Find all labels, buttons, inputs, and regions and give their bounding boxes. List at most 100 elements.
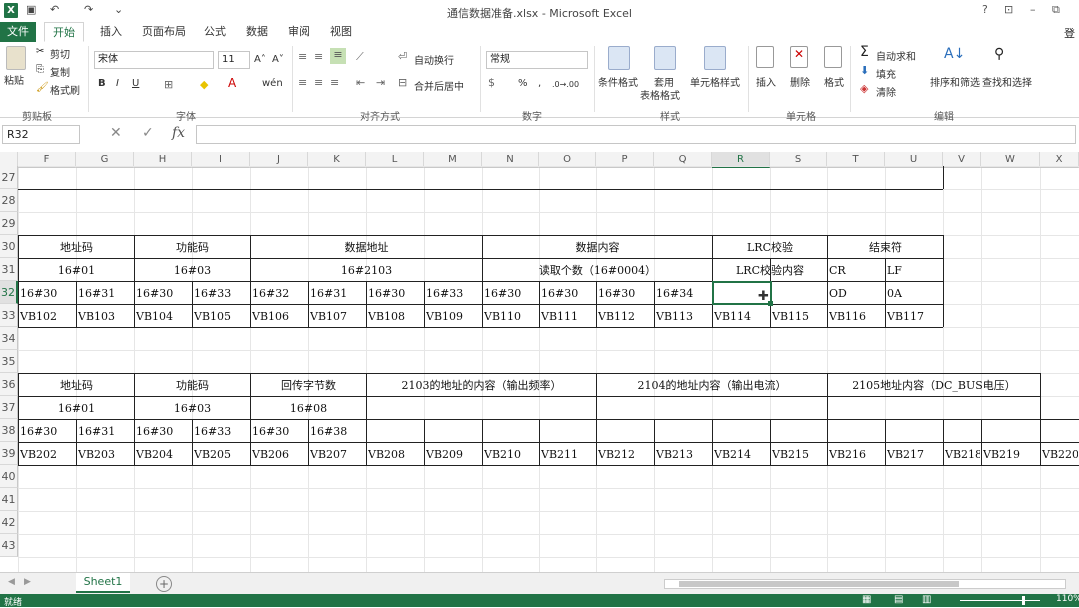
format-painter-icon[interactable]: 🖌 <box>36 82 49 93</box>
normal-view-icon[interactable]: ▦ <box>862 594 871 605</box>
clear-button[interactable]: 清除 <box>876 84 896 99</box>
italic-button[interactable]: I <box>116 78 119 89</box>
horizontal-scrollbar[interactable] <box>664 579 1066 589</box>
row-header-42[interactable]: 42 <box>0 511 18 534</box>
paste-icon[interactable] <box>6 46 26 70</box>
percent-button[interactable]: % <box>518 78 528 89</box>
delete-cells-button[interactable]: 删除 <box>790 74 810 89</box>
format-cells-button[interactable]: 格式 <box>824 74 844 89</box>
cell-styles-icon[interactable] <box>704 46 726 70</box>
wrap-text-button[interactable]: 自动换行 <box>414 52 454 67</box>
scrollbar-thumb[interactable] <box>679 581 959 587</box>
zoom-slider-thumb[interactable] <box>1022 596 1025 605</box>
row-header-37[interactable]: 37 <box>0 396 18 419</box>
tab-home[interactable]: 开始 <box>44 22 84 42</box>
underline-button[interactable]: U <box>132 78 139 89</box>
paste-button[interactable]: 粘贴 <box>4 72 24 87</box>
row-header-32[interactable]: 32 <box>0 281 18 304</box>
row-header-35[interactable]: 35 <box>0 350 18 373</box>
orientation-icon[interactable]: ⟋ <box>356 50 364 64</box>
row-header-28[interactable]: 28 <box>0 189 18 212</box>
shrink-font-button[interactable]: A˅ <box>272 54 284 65</box>
increase-decimal-button[interactable]: .0→.00 <box>552 80 579 89</box>
row-header-36[interactable]: 36 <box>0 373 18 396</box>
merge-center-button[interactable]: 合并后居中 <box>414 78 464 93</box>
tab-view[interactable]: 视图 <box>322 22 360 42</box>
conditional-format-button[interactable]: 条件格式 <box>598 74 638 89</box>
align-top-icon[interactable]: ≡ <box>298 50 307 63</box>
align-center-icon[interactable]: ≡ <box>314 76 323 89</box>
wrap-text-icon[interactable]: ⏎ <box>398 50 407 63</box>
align-bottom-icon[interactable]: ≡ <box>330 48 346 64</box>
zoom-level[interactable]: 110% <box>1056 594 1079 604</box>
autosum-icon[interactable]: Σ <box>860 44 869 60</box>
autosum-button[interactable]: 自动求和 <box>876 48 916 63</box>
row-header-38[interactable]: 38 <box>0 419 18 442</box>
bold-button[interactable]: B <box>98 78 106 89</box>
cut-button[interactable]: 剪切 <box>50 46 70 61</box>
insert-function-button[interactable]: fx <box>172 125 185 141</box>
row-header-34[interactable]: 34 <box>0 327 18 350</box>
tab-data[interactable]: 数据 <box>238 22 276 42</box>
cut-icon[interactable]: ✂ <box>36 46 44 57</box>
clear-icon[interactable]: ◈ <box>860 82 868 95</box>
delete-cells-icon[interactable]: ✕ <box>790 46 808 68</box>
tab-page-layout[interactable]: 页面布局 <box>134 22 194 42</box>
name-box[interactable]: R32 <box>2 125 80 144</box>
row-header-39[interactable]: 39 <box>0 442 18 465</box>
cancel-icon[interactable]: ✕ <box>110 125 122 141</box>
merge-icon[interactable]: ⊟ <box>398 76 407 89</box>
ribbon-display-button[interactable]: ⊡ <box>1004 3 1013 16</box>
font-color-icon[interactable]: A <box>228 76 236 90</box>
fill-button[interactable]: 填充 <box>876 66 896 81</box>
conditional-format-icon[interactable] <box>608 46 630 70</box>
phonetic-button[interactable]: wén <box>262 78 283 89</box>
zoom-slider[interactable] <box>960 600 1040 601</box>
find-select-icon[interactable]: ⚲ <box>994 46 1004 62</box>
format-painter-button[interactable]: 格式刷 <box>50 82 80 97</box>
tab-file[interactable]: 文件 <box>0 22 36 42</box>
formula-input[interactable] <box>196 125 1076 144</box>
row-header-33[interactable]: 33 <box>0 304 18 327</box>
cell-styles-button[interactable]: 单元格样式 <box>690 74 740 89</box>
comma-button[interactable]: , <box>538 78 541 89</box>
worksheet-grid[interactable]: FGHIJKLMNOPQRSTUVWX 27 28 29 30 31 32 33 34 35 36… <box>0 152 1079 572</box>
help-button[interactable]: ? <box>982 3 988 16</box>
page-layout-view-icon[interactable]: ▤ <box>894 594 903 605</box>
copy-button[interactable]: 复制 <box>50 64 70 79</box>
align-left-icon[interactable]: ≡ <box>298 76 307 89</box>
decrease-indent-icon[interactable]: ⇤ <box>356 76 365 89</box>
row-header-30[interactable]: 30 <box>0 235 18 258</box>
grow-font-button[interactable]: A˄ <box>254 54 266 65</box>
border-icon[interactable]: ⊞ <box>164 78 173 91</box>
insert-cells-button[interactable]: 插入 <box>756 74 776 89</box>
maximize-button[interactable]: ⧉ <box>1052 3 1060 17</box>
row-header-40[interactable]: 40 <box>0 465 18 488</box>
page-break-view-icon[interactable]: ▥ <box>922 594 931 605</box>
font-size-select[interactable]: 11 <box>218 51 250 69</box>
tab-formulas[interactable]: 公式 <box>196 22 234 42</box>
row-header-41[interactable]: 41 <box>0 488 18 511</box>
login-link[interactable]: 登 <box>1064 25 1075 41</box>
sheet-tab-sheet1[interactable]: Sheet1 <box>76 573 130 593</box>
format-as-table-button-line2[interactable]: 表格格式 <box>640 87 680 102</box>
row-header-31[interactable]: 31 <box>0 258 18 281</box>
row-header-43[interactable]: 43 <box>0 534 18 557</box>
align-right-icon[interactable]: ≡ <box>330 76 339 89</box>
minimize-button[interactable]: – <box>1030 3 1036 16</box>
align-middle-icon[interactable]: ≡ <box>314 50 323 63</box>
accounting-icon[interactable]: $ <box>488 76 495 89</box>
insert-cells-icon[interactable] <box>756 46 774 68</box>
prev-sheet-icon[interactable]: ◀ <box>8 577 15 587</box>
fill-icon[interactable]: ⬇ <box>860 64 869 77</box>
tab-insert[interactable]: 插入 <box>92 22 130 42</box>
copy-icon[interactable]: ⎘ <box>36 64 44 75</box>
font-name-select[interactable]: 宋体 <box>94 51 214 69</box>
row-header-27[interactable]: 27 <box>0 166 18 189</box>
sort-filter-icon[interactable]: A↓ <box>944 46 965 62</box>
number-format-select[interactable]: 常规 <box>486 51 588 69</box>
sort-filter-button[interactable]: 排序和筛选 <box>930 74 980 89</box>
new-sheet-button[interactable]: + <box>156 576 172 592</box>
format-as-table-icon[interactable] <box>654 46 676 70</box>
fill-color-icon[interactable]: ◆ <box>200 78 208 91</box>
